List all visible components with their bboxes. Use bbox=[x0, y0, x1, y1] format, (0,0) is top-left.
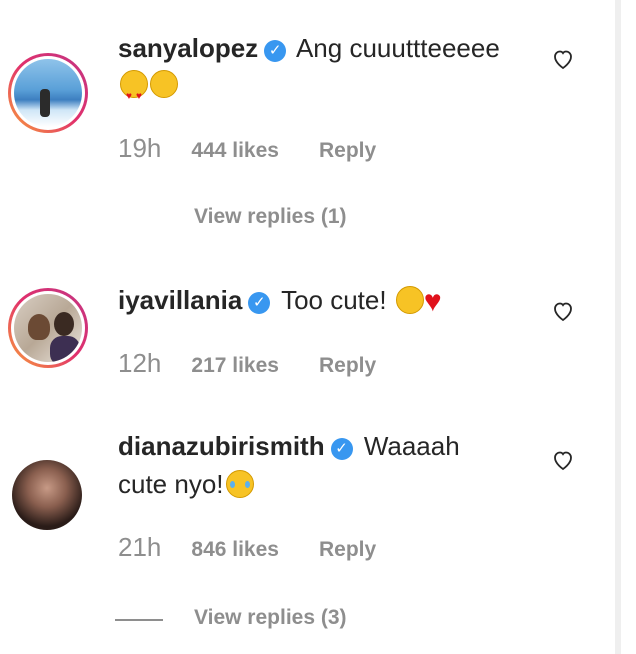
comment-item: dianazubirismith ✓ Waaaah cute nyo! 21h 84… bbox=[0, 430, 610, 654]
comment-time[interactable]: 19h bbox=[118, 133, 161, 163]
likes-count[interactable]: 444 likes bbox=[191, 139, 279, 162]
scrollbar-track[interactable] bbox=[615, 0, 621, 654]
joy-emoji bbox=[225, 470, 254, 498]
grinning-squint-emoji bbox=[395, 286, 424, 314]
verified-badge-icon: ✓ bbox=[248, 292, 271, 314]
likes-count[interactable]: 217 likes bbox=[191, 354, 279, 377]
reply-button[interactable]: Reply bbox=[319, 538, 376, 561]
comment-time[interactable]: 12h bbox=[118, 348, 161, 378]
like-heart-icon[interactable] bbox=[551, 47, 575, 71]
comment-item: sanyalopez ✓ Ang cuuuttteeeee ♥ ♥ 19h 444 l… bbox=[0, 0, 610, 250]
heart-eyes-emoji: ♥ ♥ bbox=[120, 70, 148, 102]
comment-body: sanyalopez ✓ Ang cuuuttteeeee ♥ ♥ bbox=[118, 30, 538, 102]
replies-divider bbox=[115, 619, 163, 621]
comment-body: dianazubirismith ✓ Waaaah cute nyo! bbox=[118, 427, 538, 503]
avatar[interactable] bbox=[8, 53, 88, 133]
likes-count[interactable]: 846 likes bbox=[191, 538, 279, 561]
like-heart-icon[interactable] bbox=[551, 299, 575, 323]
username-link[interactable]: iyavillania bbox=[118, 285, 242, 315]
username-link[interactable]: sanyalopez bbox=[118, 33, 258, 63]
like-heart-icon[interactable] bbox=[551, 448, 575, 472]
view-replies-button[interactable]: View replies (3) bbox=[194, 606, 347, 630]
avatar[interactable] bbox=[12, 460, 82, 530]
comment-meta: 21h 846 likes Reply bbox=[118, 532, 376, 563]
comment-meta: 12h 217 likes Reply bbox=[118, 348, 376, 379]
view-replies-button[interactable]: View replies (1) bbox=[194, 205, 347, 229]
comment-time[interactable]: 21h bbox=[118, 532, 161, 562]
avatar[interactable] bbox=[8, 288, 88, 368]
comment-text: Waaaah bbox=[363, 431, 460, 461]
comment-text: Ang cuuuttteeeee bbox=[295, 33, 500, 63]
reply-button[interactable]: Reply bbox=[319, 139, 376, 162]
comment-meta: 19h 444 likes Reply bbox=[118, 133, 376, 164]
username-link[interactable]: dianazubirismith bbox=[118, 431, 325, 461]
comment-body: iyavillania ✓ Too cute! ♥ bbox=[118, 282, 538, 318]
comment-text: Too cute! bbox=[281, 285, 387, 315]
reply-button[interactable]: Reply bbox=[319, 354, 376, 377]
comment-item: iyavillania ✓ Too cute! ♥ 12h 217 likes Rep… bbox=[0, 250, 610, 430]
verified-badge-icon: ✓ bbox=[264, 40, 287, 62]
red-heart-emoji: ♥ bbox=[423, 285, 442, 318]
verified-badge-icon: ✓ bbox=[330, 438, 353, 460]
comment-text-line2: cute nyo! bbox=[118, 469, 224, 499]
hugging-emoji bbox=[150, 70, 178, 98]
